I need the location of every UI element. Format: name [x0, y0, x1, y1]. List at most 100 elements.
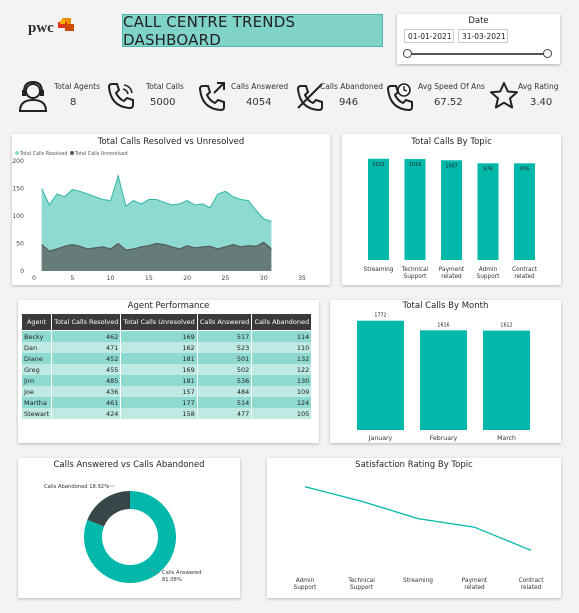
y-tick-label: 100 [12, 213, 24, 220]
abandoned-slice-label: Calls Abandoned 18.92% [44, 484, 109, 490]
month-bar [483, 330, 530, 430]
column-header-unresolved[interactable]: Total Calls Unresolved [120, 313, 198, 331]
metric-cell: 485 [51, 375, 122, 386]
resolved-unresolved-card[interactable]: Total Calls Resolved vs Unresolved Total… [12, 134, 330, 285]
calls-by-month-card[interactable]: Total Calls By Month 1772 January 1616 Febr… [330, 300, 561, 443]
answered-vs-abandoned-card[interactable]: Calls Answered vs Calls Abandoned Calls … [18, 458, 240, 598]
topic-bar-value: 1022 [372, 162, 384, 168]
legend-resolved-label: Total Calls Resolved [19, 151, 67, 157]
kpi-answered-label: Calls Answered [231, 82, 289, 91]
topic-bar-value: 976 [483, 166, 492, 172]
date-slider-end-handle[interactable] [543, 49, 552, 58]
metric-cell: 122 [251, 364, 313, 375]
topic-category-label: Admin [479, 267, 498, 273]
agent-name-cell: Dan [20, 342, 53, 353]
metric-cell: 436 [51, 386, 122, 397]
rating-category-label: Streaming [403, 578, 433, 584]
rating-category-label: Admin [296, 578, 315, 584]
table-row[interactable]: Diane 452 181 501 132 [20, 353, 313, 364]
metric-cell: 514 [196, 397, 253, 408]
metric-cell: 169 [120, 330, 198, 342]
x-tick-label: 20 [183, 275, 191, 282]
y-tick-label: 0 [20, 268, 24, 275]
date-slider-track[interactable] [407, 53, 547, 55]
table-header-row: Agent Total Calls Resolved Total Calls U… [20, 313, 313, 331]
rating-category-label: Support [350, 585, 374, 591]
agent-name-cell: Jim [20, 375, 53, 386]
phone-clock-icon [386, 83, 413, 111]
metric-cell: 158 [120, 408, 198, 419]
month-category-label: February [430, 435, 458, 442]
date-start-input[interactable]: 01-01-2021 [404, 29, 454, 43]
calls-by-topic-card[interactable]: Total Calls By Topic 1022 Streaming 1019 Te… [342, 134, 561, 285]
rating-category-label: Support [294, 585, 318, 591]
metric-cell: 536 [196, 375, 253, 386]
kpi-abandoned-label: Calls Abandoned [320, 82, 384, 91]
x-tick-label: 0 [32, 275, 36, 282]
rating-category-label: related [521, 585, 542, 591]
agent-table-title: Agent Performance [127, 301, 210, 311]
column-header-answered[interactable]: Calls Answered [196, 313, 253, 331]
metric-cell: 477 [196, 408, 253, 419]
agent-name-cell: Becky [20, 330, 53, 342]
topic-bar [441, 160, 462, 260]
metric-cell: 523 [196, 342, 253, 353]
unresolved-area [41, 242, 272, 271]
metric-cell: 110 [251, 342, 313, 353]
logo-text: pwc [28, 20, 54, 36]
answered-vs-abandoned-donut: Calls Abandoned 18.92% Calls Answered 81… [44, 484, 202, 583]
table-row[interactable]: Joe 436 157 484 109 [20, 386, 313, 397]
date-end-input[interactable]: 31-03-2021 [458, 29, 508, 43]
calls-by-topic-chart: 1022Streaming1019TechnicalSupport1007Pay… [364, 158, 538, 280]
rating-line [304, 486, 532, 551]
rating-category-label: Technical [347, 578, 375, 584]
column-header-resolved[interactable]: Total Calls Resolved [51, 313, 122, 331]
dashboard-title: CALL CENTRE TRENDS DASHBOARD [122, 13, 383, 49]
table-row[interactable]: Greg 455 169 502 122 [20, 364, 313, 375]
resolved-area-chart: Total Calls Resolved Total Calls Unresol… [12, 151, 306, 282]
topic-category-label: Support [477, 274, 501, 280]
metric-cell: 162 [120, 342, 198, 353]
table-row[interactable]: Stewart 424 158 477 105 [20, 408, 313, 419]
satisfaction-rating-card[interactable]: Satisfaction Rating By Topic Admin Suppor… [267, 458, 561, 598]
metric-cell: 471 [51, 342, 122, 353]
month-bar-value: 1612 [500, 323, 512, 329]
agent-performance-table: Agent Total Calls Resolved Total Calls U… [20, 313, 313, 419]
agent-performance-card[interactable]: Agent Performance Agent Total Calls Reso… [18, 300, 319, 443]
table-row[interactable]: Martha 461 177 514 124 [20, 397, 313, 408]
topic-bar-value: 976 [520, 166, 529, 172]
agent-name-cell: Stewart [20, 408, 53, 419]
topic-bar-value: 1007 [445, 163, 457, 169]
metric-cell: 455 [51, 364, 122, 375]
column-header-abandoned[interactable]: Calls Abandoned [251, 313, 313, 331]
agent-headset-icon [18, 80, 48, 112]
table-row[interactable]: Dan 471 162 523 110 [20, 342, 313, 353]
date-slider-start-handle[interactable] [403, 49, 412, 58]
calls-by-month-chart: 1772 January 1616 February 1612 March [357, 311, 530, 442]
agent-name-cell: Martha [20, 397, 53, 408]
kpi-calls-value: 5000 [150, 97, 176, 108]
metric-cell: 452 [51, 353, 122, 364]
x-tick-label: 5 [70, 275, 74, 282]
y-tick-label: 200 [12, 158, 24, 165]
x-tick-label: 25 [221, 275, 229, 282]
metric-cell: 105 [251, 408, 313, 419]
table-row[interactable]: Becky 462 169 517 114 [20, 330, 313, 342]
month-bar-value: 1616 [437, 322, 449, 328]
x-tick-label: 30 [260, 275, 268, 282]
topic-bar [514, 163, 535, 260]
month-category-label: March [497, 435, 516, 442]
table-row[interactable]: Jim 485 181 536 130 [20, 375, 313, 386]
column-header-agent[interactable]: Agent [20, 313, 53, 331]
date-slicer[interactable]: Date 01-01-2021 31-03-2021 [397, 14, 560, 64]
topic-category-label: Streaming [364, 267, 394, 273]
metric-cell: 169 [120, 364, 198, 375]
pwc-logo: pwc [28, 18, 78, 40]
month-bar [420, 330, 467, 430]
topic-category-label: Payment [439, 267, 465, 273]
agent-name-cell: Diane [20, 353, 53, 364]
kpi-speed-value: 67.52 [434, 97, 463, 108]
kpi-calls-label: Total Calls [146, 82, 184, 91]
donut-abandoned-slice [87, 491, 130, 527]
topic-bar-value: 1019 [409, 162, 421, 168]
